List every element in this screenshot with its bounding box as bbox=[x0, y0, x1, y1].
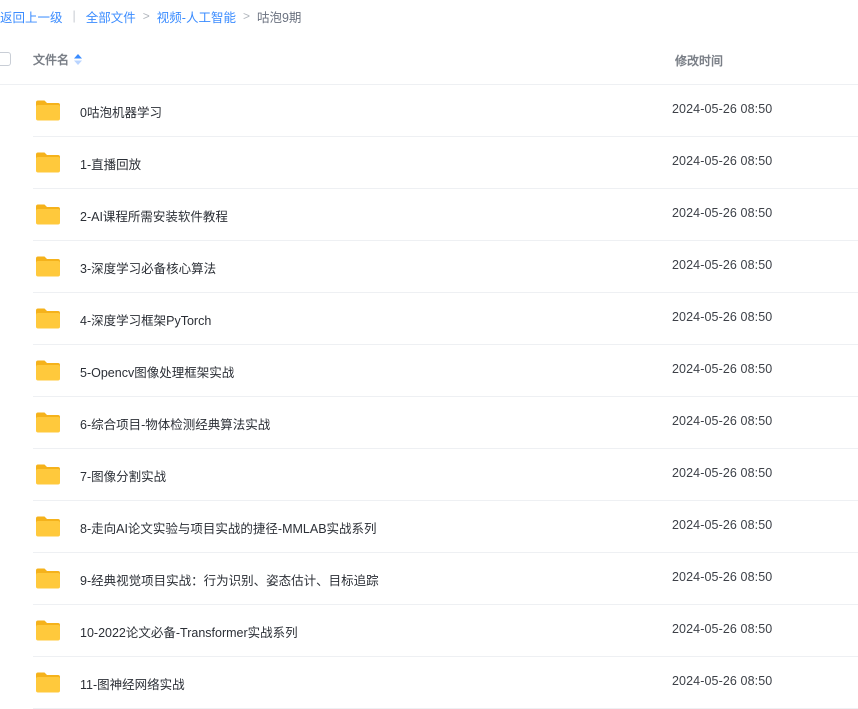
folder-icon bbox=[35, 151, 61, 173]
breadcrumb-divider: | bbox=[72, 9, 76, 23]
file-modified-time: 2024-05-26 08:50 bbox=[672, 362, 773, 376]
folder-icon bbox=[35, 567, 61, 589]
file-list: 0咕泡机器学习 2024-05-26 08:50 1-直播回放 2024-05-26 … bbox=[0, 85, 858, 709]
file-name[interactable]: 8-走向AI论文实验与项目实战的捷径-MMLAB实战系列 bbox=[80, 518, 377, 537]
breadcrumb: 返回上一级 | 全部文件 > 视频-人工智能 > 咕泡9期 bbox=[0, 6, 301, 26]
file-name[interactable]: 9-经典视觉项目实战：行为识别、姿态估计、目标追踪 bbox=[80, 570, 379, 589]
file-name[interactable]: 6-综合项目-物体检测经典算法实战 bbox=[80, 414, 270, 433]
file-modified-time: 2024-05-26 08:50 bbox=[672, 570, 773, 584]
file-name[interactable]: 1-直播回放 bbox=[80, 154, 141, 173]
file-row[interactable]: 5-Opencv图像处理框架实战 2024-05-26 08:50 bbox=[33, 345, 858, 397]
folder-icon bbox=[35, 463, 61, 485]
back-link[interactable]: 返回上一级 bbox=[0, 7, 63, 26]
file-row[interactable]: 2-AI课程所需安装软件教程 2024-05-26 08:50 bbox=[33, 189, 858, 241]
file-row[interactable]: 3-深度学习必备核心算法 2024-05-26 08:50 bbox=[33, 241, 858, 293]
file-name[interactable]: 5-Opencv图像处理框架实战 bbox=[80, 362, 234, 381]
breadcrumb-all-files[interactable]: 全部文件 bbox=[86, 7, 136, 26]
file-row[interactable]: 9-经典视觉项目实战：行为识别、姿态估计、目标追踪 2024-05-26 08:5… bbox=[33, 553, 858, 605]
file-modified-time: 2024-05-26 08:50 bbox=[672, 102, 773, 116]
file-list-header: 文件名 修改时间 bbox=[0, 44, 858, 85]
file-name[interactable]: 11-图神经网络实战 bbox=[80, 674, 185, 693]
sort-asc-icon[interactable] bbox=[74, 54, 83, 65]
file-name[interactable]: 7-图像分割实战 bbox=[80, 466, 166, 485]
file-modified-time: 2024-05-26 08:50 bbox=[672, 518, 773, 532]
folder-icon bbox=[35, 203, 61, 225]
file-name[interactable]: 3-深度学习必备核心算法 bbox=[80, 258, 216, 277]
breadcrumb-folder[interactable]: 视频-人工智能 bbox=[157, 7, 236, 26]
file-row[interactable]: 0咕泡机器学习 2024-05-26 08:50 bbox=[33, 85, 858, 137]
file-row[interactable]: 4-深度学习框架PyTorch 2024-05-26 08:50 bbox=[33, 293, 858, 345]
file-row[interactable]: 1-直播回放 2024-05-26 08:50 bbox=[33, 137, 858, 189]
folder-icon bbox=[35, 99, 61, 121]
folder-icon bbox=[35, 307, 61, 329]
file-name[interactable]: 0咕泡机器学习 bbox=[80, 102, 162, 121]
file-modified-time: 2024-05-26 08:50 bbox=[672, 258, 773, 272]
column-header-name[interactable]: 文件名 bbox=[33, 51, 83, 68]
column-name-label: 文件名 bbox=[33, 53, 70, 67]
folder-icon bbox=[35, 255, 61, 277]
file-modified-time: 2024-05-26 08:50 bbox=[672, 154, 773, 168]
file-modified-time: 2024-05-26 08:50 bbox=[672, 310, 773, 324]
folder-icon bbox=[35, 619, 61, 641]
chevron-right-icon: > bbox=[142, 9, 150, 23]
folder-icon bbox=[35, 411, 61, 433]
file-row[interactable]: 6-综合项目-物体检测经典算法实战 2024-05-26 08:50 bbox=[33, 397, 858, 449]
select-all-checkbox[interactable] bbox=[0, 52, 11, 66]
folder-icon bbox=[35, 359, 61, 381]
file-modified-time: 2024-05-26 08:50 bbox=[672, 414, 773, 428]
file-modified-time: 2024-05-26 08:50 bbox=[672, 622, 773, 636]
file-row[interactable]: 8-走向AI论文实验与项目实战的捷径-MMLAB实战系列 2024-05-26 0… bbox=[33, 501, 858, 553]
file-modified-time: 2024-05-26 08:50 bbox=[672, 674, 773, 688]
file-modified-time: 2024-05-26 08:50 bbox=[672, 206, 773, 220]
breadcrumb-current: 咕泡9期 bbox=[256, 10, 302, 25]
file-name[interactable]: 2-AI课程所需安装软件教程 bbox=[80, 206, 228, 225]
file-row[interactable]: 10-2022论文必备-Transformer实战系列 2024-05-26 08… bbox=[33, 605, 858, 657]
folder-icon bbox=[35, 671, 61, 693]
file-name[interactable]: 4-深度学习框架PyTorch bbox=[80, 310, 211, 329]
chevron-right-icon: > bbox=[242, 9, 250, 23]
folder-icon bbox=[35, 515, 61, 537]
file-row[interactable]: 11-图神经网络实战 2024-05-26 08:50 bbox=[33, 657, 858, 709]
file-name[interactable]: 10-2022论文必备-Transformer实战系列 bbox=[80, 622, 298, 641]
file-row[interactable]: 7-图像分割实战 2024-05-26 08:50 bbox=[33, 449, 858, 501]
file-modified-time: 2024-05-26 08:50 bbox=[672, 466, 773, 480]
column-header-time[interactable]: 修改时间 bbox=[675, 52, 723, 69]
